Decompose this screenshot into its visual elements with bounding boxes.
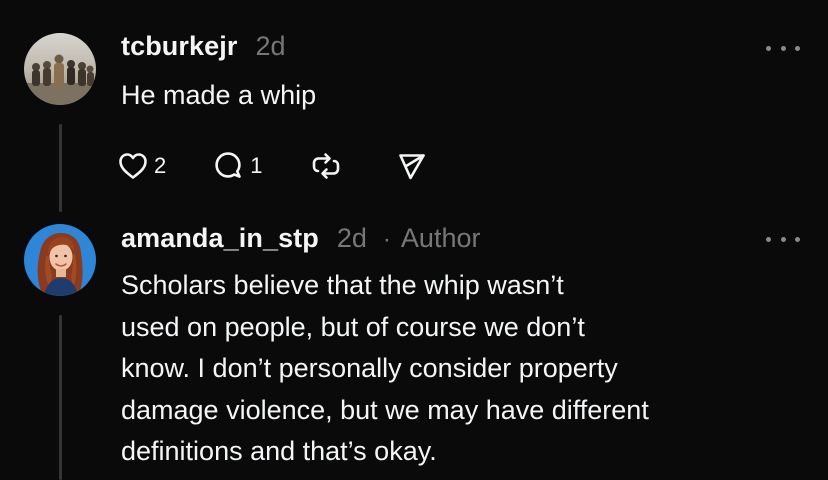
thread-line [59,124,62,212]
like-count: 2 [154,153,167,178]
comment-text-line: definitions and that’s okay. [121,436,437,466]
comment-text-line: Scholars believe that the whip wasn’t [121,270,564,300]
timestamp: 2d [255,31,286,61]
woman-portrait-avatar-icon [24,224,96,296]
username[interactable]: tcburkejr [121,31,237,62]
like-button[interactable]: 2 [118,146,166,186]
comment-text: Scholars believe that the whip wasn’t us… [121,265,801,473]
reply-button[interactable]: 1 [212,146,263,186]
more-options-icon[interactable] [766,232,800,246]
avatar[interactable] [24,33,96,105]
timestamp: 2d [336,223,367,253]
avatar[interactable] [24,224,96,296]
username[interactable]: amanda_in_stp [121,223,319,254]
comment-text-line: used on people, but of course we don’t [121,311,585,342]
comment-text-line: damage violence, but we may have differe… [121,394,649,425]
heart-icon [119,153,147,179]
reply-count: 1 [250,153,263,178]
comment-text: He made a whip [121,80,317,110]
more-options-icon[interactable] [766,41,800,55]
comment-icon [215,152,242,178]
comment-text-line: know. I don’t personally consider proper… [121,353,618,383]
comment-header: tcburkejr 2d [121,31,286,62]
share-icon [398,154,425,180]
repost-button[interactable] [309,146,343,186]
comment-header: amanda_in_stp 2d · Author [121,223,480,254]
comment-amanda-in-stp: amanda_in_stp 2d · Author Scholars belie… [0,215,828,480]
action-bar: 2 1 [118,146,427,186]
comment-tcburkejr: tcburkejr 2d He made a whip 2 1 [0,0,828,215]
thread-line [59,315,62,480]
separator-dot: · [382,226,391,253]
group-photo-avatar-icon [24,33,96,105]
share-button[interactable] [397,146,427,186]
author-badge: Author [400,223,481,253]
repost-icon [312,153,339,179]
